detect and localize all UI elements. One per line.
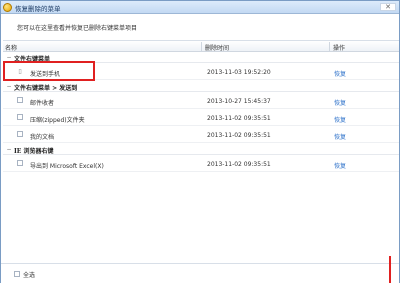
group-label: 文件右键菜单 > 发送到 [14, 85, 78, 92]
select-all-checkbox[interactable] [14, 271, 20, 277]
annotation-marker [389, 256, 391, 283]
item-checkbox[interactable] [17, 97, 23, 103]
collapse-toggle-icon[interactable]: − [6, 84, 12, 90]
restore-link[interactable]: 恢复 [334, 98, 346, 107]
collapse-toggle-icon[interactable]: − [6, 147, 12, 153]
group-ie-context-menu: − IE 浏览器右键 [3, 145, 399, 155]
close-button[interactable]: ✕ [380, 3, 396, 11]
table-row[interactable]: 压缩(zipped)文件夹 2013-11-02 09:35:51 恢复 [3, 110, 399, 126]
restore-link[interactable]: 恢复 [334, 161, 346, 170]
item-delete-time: 2013-11-02 09:35:51 [207, 132, 271, 139]
group-label: IE 浏览器右键 [14, 148, 54, 155]
window-title: 恢复删除的菜单 [15, 5, 61, 13]
column-divider [329, 42, 330, 51]
item-checkbox[interactable] [17, 160, 23, 166]
item-checkbox[interactable] [17, 131, 23, 137]
column-header-action[interactable]: 操作 [333, 43, 345, 52]
column-divider [201, 42, 202, 51]
item-name: 压缩(zipped)文件夹 [30, 117, 85, 124]
title-bar: 恢复删除的菜单 ✕ [1, 1, 399, 14]
item-delete-time: 2013-11-02 09:35:51 [207, 115, 271, 122]
item-delete-time: 2013-10-27 15:45:37 [207, 98, 271, 105]
column-header-name[interactable]: 名称 [5, 43, 17, 52]
app-logo-icon [3, 3, 12, 12]
table-row[interactable]: 我的文档 2013-11-02 09:35:51 恢复 [3, 127, 399, 143]
item-name: 邮件收者 [30, 100, 55, 107]
table-header: 名称 删除时间 操作 [3, 41, 399, 52]
item-name: 导出到 Microsoft Excel(X) [30, 163, 104, 170]
table-row[interactable]: 邮件收者 2013-10-27 15:45:37 恢复 [3, 93, 399, 109]
item-delete-time: 2013-11-03 19:52:20 [207, 69, 271, 76]
item-name: 我的文档 [30, 134, 55, 141]
restore-link[interactable]: 恢复 [334, 115, 346, 124]
restore-menu-dialog: 恢复删除的菜单 ✕ 您可以在这里查看并恢复已删除右键菜单项目 名称 删除时间 操… [0, 0, 400, 283]
group-send-to: − 文件右键菜单 > 发送到 [3, 82, 399, 92]
column-header-time[interactable]: 删除时间 [205, 43, 229, 52]
table-row[interactable]: 导出到 Microsoft Excel(X) 2013-11-02 09:35:… [3, 156, 399, 172]
description-text: 您可以在这里查看并恢复已删除右键菜单项目 [17, 25, 138, 32]
restore-link[interactable]: 恢复 [334, 132, 346, 141]
footer-bar: 全选 [1, 263, 399, 283]
select-all-label[interactable]: 全选 [23, 270, 35, 279]
highlight-box [3, 61, 95, 81]
restore-link[interactable]: 恢复 [334, 69, 346, 78]
item-delete-time: 2013-11-02 09:35:51 [207, 161, 271, 168]
item-checkbox[interactable] [17, 114, 23, 120]
